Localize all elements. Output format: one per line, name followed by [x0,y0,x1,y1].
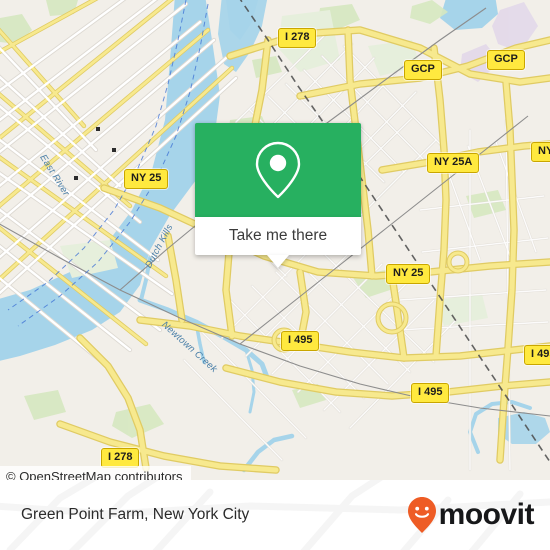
place-title: Green Point Farm, New York City [21,506,250,523]
moovit-logo[interactable]: moovit [407,496,535,534]
road-shield-i495-south: I 495 [411,383,450,403]
road-shield-i278-south: I 278 [101,448,140,468]
moovit-smiley-pin-icon [407,497,436,533]
map-attribution[interactable]: © OpenStreetMap contributors [0,466,191,480]
moovit-wordmark: moovit [438,498,535,531]
moovit-map-card: .w{fill:#a6d4ea} .g{fill:#d6e8c0} .gp{fi… [0,0,550,550]
callout-tail [267,255,289,268]
location-callout[interactable]: Take me there [195,123,361,268]
take-me-there-button[interactable]: Take me there [195,217,361,268]
road-shield-i495-west: I 495 [281,331,320,351]
road-shield-ny25a: NY 25A [427,153,480,173]
map-pin-icon [255,141,301,199]
callout-pin-panel [195,123,361,217]
road-shield-ny25-west: NY 25 [124,169,169,189]
road-shield-gcp-west: GCP [404,60,442,80]
road-shield-i495-edge: I 495 [524,345,550,365]
take-me-there-label: Take me there [228,227,328,244]
bottom-bar: Green Point Farm, New York City moovit [0,480,550,550]
road-shield-i278-north: I 278 [278,28,317,48]
road-shield-gcp-east: GCP [487,50,525,70]
road-shield-ny-edge: NY [531,142,550,162]
road-shield-ny25-east: NY 25 [386,264,431,284]
